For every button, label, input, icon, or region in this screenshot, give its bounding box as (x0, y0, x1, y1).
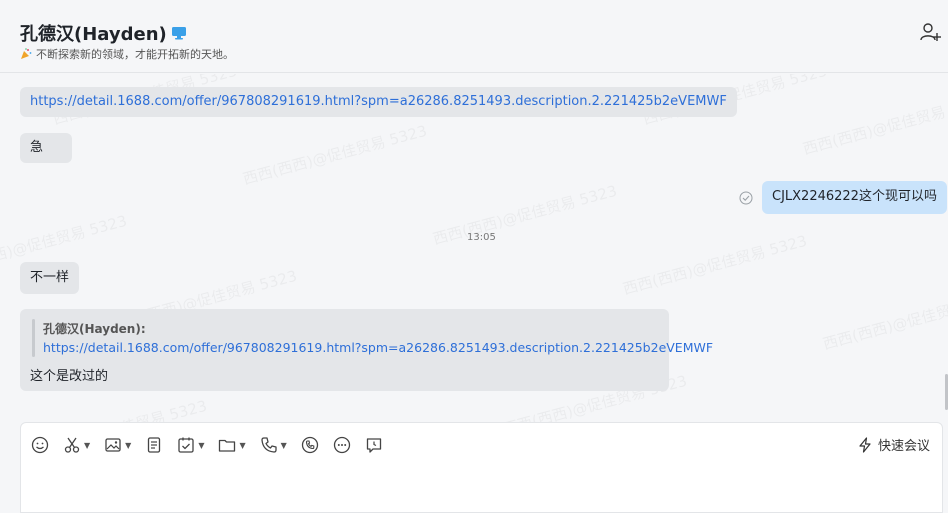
my-message-bubble[interactable]: CJLX2246222这个现可以吗 (762, 181, 947, 214)
image-icon (105, 438, 121, 452)
message-bubble[interactable]: 不一样 (20, 262, 80, 294)
watermark: 西西(西西)@促佳贸易 5323 (241, 120, 430, 189)
emoji-icon (31, 436, 49, 454)
image-button[interactable]: ▼ (104, 433, 131, 457)
watermark: 西西(西西)@促佳贸易 5323 (821, 285, 948, 354)
screenshot-button[interactable]: ▼ (63, 433, 90, 457)
document-icon (148, 437, 161, 453)
chevron-down-icon: ▼ (198, 440, 205, 450)
call-button[interactable]: ▼ (260, 433, 287, 457)
party-popper-icon (21, 48, 32, 59)
contact-name[interactable]: 孔德汉(Hayden) (20, 20, 167, 46)
chevron-down-icon: ▼ (239, 440, 246, 450)
add-member-button[interactable] (920, 22, 942, 42)
watermark: 西西(西西)@促佳贸易 5323 (621, 230, 810, 299)
chevron-down-icon: ▼ (84, 440, 91, 450)
timestamp: 13:05 (467, 232, 496, 243)
add-person-icon (920, 23, 941, 41)
quick-meeting-label: 快速会议 (877, 439, 930, 454)
message-composer[interactable]: ▼ ▼ ▼ ▼ ▼ 快速会议 (20, 422, 943, 513)
title-row: 孔德汉(Hayden) (20, 20, 187, 46)
quote-bar (32, 319, 35, 357)
doc-button[interactable] (145, 433, 163, 457)
folder-icon (219, 439, 236, 452)
quoted-reply-bubble[interactable]: 孔德汉(Hayden): https://detail.1688.com/off… (20, 309, 713, 391)
folder-button[interactable]: ▼ (218, 433, 246, 457)
more-button[interactable] (333, 433, 351, 457)
emoji-button[interactable] (31, 433, 49, 457)
chevron-down-icon: ▼ (125, 440, 132, 450)
quote-author: 孔德汉(Hayden): (43, 322, 146, 336)
more-icon (333, 436, 350, 454)
chevron-down-icon: ▼ (280, 440, 287, 450)
quote-link[interactable]: https://detail.1688.com/offer/9678082916… (43, 340, 713, 355)
chat-header: 孔德汉(Hayden) 不断探索新的领域，才能开拓新的天地。 (0, 0, 948, 73)
task-icon (178, 437, 194, 453)
message-link-bubble[interactable]: https://detail.1688.com/offer/9678082916… (20, 87, 737, 117)
message-bubble[interactable]: 急 (20, 133, 72, 163)
composer-toolbar: ▼ ▼ ▼ ▼ ▼ (31, 433, 397, 457)
recall-icon (301, 436, 318, 454)
reply-text: 这个是改过的 (30, 369, 109, 384)
phone-icon (260, 437, 277, 453)
watermark: 西西(西西)@促佳贸易 5323 (21, 395, 210, 422)
status-text: 不断探索新的领域，才能开拓新的天地。 (36, 48, 234, 61)
watermark: 西西(西西)@促佳贸易 5323 (801, 90, 948, 159)
message-list[interactable]: 西西(西西)@促佳贸易 5323 西西(西西)@促佳贸易 5323 西西(西西)… (0, 74, 948, 422)
scissors-icon (64, 437, 80, 453)
task-button[interactable]: ▼ (177, 433, 204, 457)
watermark: 西西(西西)@促佳贸易 5323 (431, 180, 620, 249)
lightning-icon (859, 436, 871, 453)
read-receipt-icon (739, 191, 753, 205)
schedule-button[interactable] (365, 433, 383, 457)
voice-call-button[interactable] (301, 433, 319, 457)
desktop-online-icon (171, 27, 186, 40)
quick-meeting-button[interactable]: 快速会议 (857, 435, 930, 454)
schedule-icon (366, 438, 381, 453)
chat-window: 孔德汉(Hayden) 不断探索新的领域，才能开拓新的天地。 https://d… (0, 0, 948, 513)
status-row: 不断探索新的领域，才能开拓新的天地。 (20, 46, 234, 62)
